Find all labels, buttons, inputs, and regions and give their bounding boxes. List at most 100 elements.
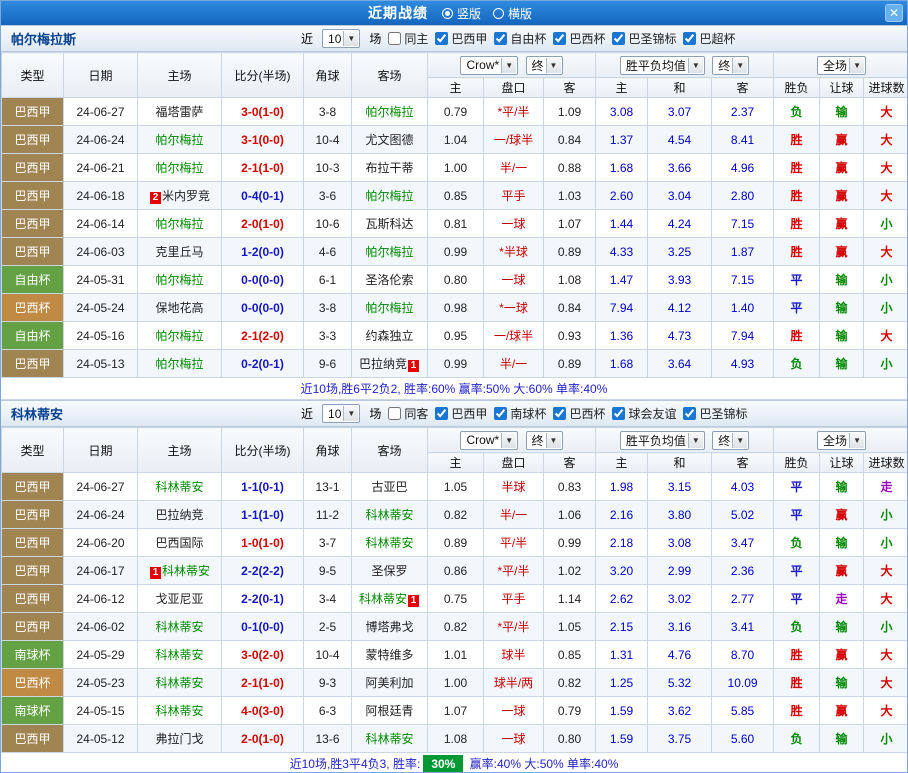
type-cell: 巴西甲 xyxy=(2,585,64,613)
corinthians-results-table: 类型 日期 主场 比分(半场) 角球 客场 Crow*▼ 终▼ 胜平负均值▼ 终… xyxy=(1,427,908,753)
ah-home-odds: 0.80 xyxy=(428,266,484,294)
home-team-cell: 帕尔梅拉 xyxy=(138,154,222,182)
eu-home-odds: 3.20 xyxy=(596,557,648,585)
near-label: 近 xyxy=(301,30,313,47)
competition-checkbox[interactable] xyxy=(612,32,625,45)
eu-draw-odds: 3.04 xyxy=(648,182,712,210)
type-cell: 自由杯 xyxy=(2,266,64,294)
home-team-cell: 科林蒂安 xyxy=(138,697,222,725)
eu-away-odds: 5.85 xyxy=(712,697,774,725)
handicap-result-header: 让球 xyxy=(820,78,864,98)
result-cell: 胜 xyxy=(774,669,820,697)
score-cell: 3-0(2-0) xyxy=(222,641,304,669)
date-cell: 24-06-02 xyxy=(64,613,138,641)
result-cell: 平 xyxy=(774,557,820,585)
competition-checkbox[interactable] xyxy=(494,407,507,420)
eu-final-select[interactable]: 终▼ xyxy=(712,431,749,450)
competition-filter: 巴圣锦标 xyxy=(683,405,747,422)
match-row: 巴西甲24-06-03克里丘马1-2(0-0)4-6帕尔梅拉0.99*半球0.8… xyxy=(2,238,908,266)
eu-home-odds: 1.36 xyxy=(596,322,648,350)
competition-checkbox[interactable] xyxy=(435,32,448,45)
eu-away-odds: 1.40 xyxy=(712,294,774,322)
handicap-result-cell: 赢 xyxy=(820,126,864,154)
eu-draw-odds: 4.73 xyxy=(648,322,712,350)
match-count-select[interactable]: 10▼ xyxy=(322,404,360,423)
competition-checkbox[interactable] xyxy=(683,32,696,45)
goals-cell: 大 xyxy=(864,98,908,126)
competition-filter: 球会友谊 xyxy=(612,405,676,422)
fullmatch-select[interactable]: 全场▼ xyxy=(817,431,866,450)
competition-label: 巴西甲 xyxy=(451,30,487,47)
vertical-layout-label[interactable]: 竖版 xyxy=(457,5,481,22)
score-cell: 0-2(0-1) xyxy=(222,350,304,378)
ah-final-select[interactable]: 终▼ xyxy=(526,431,563,450)
eu-avg-select[interactable]: 胜平负均值▼ xyxy=(620,56,705,75)
ah-away-odds: 1.07 xyxy=(544,210,596,238)
eu-final-select[interactable]: 终▼ xyxy=(712,56,749,75)
goals-cell: 小 xyxy=(864,266,908,294)
away-team-cell: 圣洛伦索 xyxy=(352,266,428,294)
competition-checkbox[interactable] xyxy=(553,407,566,420)
competition-checkbox[interactable] xyxy=(435,407,448,420)
home-team-cell: 帕尔梅拉 xyxy=(138,126,222,154)
corners-cell: 9-6 xyxy=(304,350,352,378)
competition-checkbox[interactable] xyxy=(553,32,566,45)
fullmatch-select[interactable]: 全场▼ xyxy=(817,56,866,75)
same-venue-checkbox[interactable] xyxy=(388,407,401,420)
away-team-cell: 博塔弗戈 xyxy=(352,613,428,641)
eu-home-odds: 7.94 xyxy=(596,294,648,322)
match-count-select[interactable]: 10▼ xyxy=(322,29,360,48)
ah-away-odds: 1.05 xyxy=(544,613,596,641)
date-cell: 24-05-24 xyxy=(64,294,138,322)
home-team-cell: 帕尔梅拉 xyxy=(138,350,222,378)
type-cell: 巴西甲 xyxy=(2,126,64,154)
col-header-date: 日期 xyxy=(64,53,138,98)
odds-source-select[interactable]: Crow*▼ xyxy=(460,56,518,75)
competition-checkbox[interactable] xyxy=(612,407,625,420)
goals-cell: 大 xyxy=(864,322,908,350)
team-label: 科林蒂安 xyxy=(359,592,407,606)
ah-away-odds: 0.93 xyxy=(544,322,596,350)
corners-cell: 11-2 xyxy=(304,501,352,529)
goals-cell: 小 xyxy=(864,529,908,557)
away-team-cell: 科林蒂安 xyxy=(352,725,428,753)
ah-line-header: 盘口 xyxy=(484,78,544,98)
ah-home-odds: 1.04 xyxy=(428,126,484,154)
competition-checkbox[interactable] xyxy=(494,32,507,45)
eu-avg-select[interactable]: 胜平负均值▼ xyxy=(620,431,705,450)
ah-line: 半/一 xyxy=(484,350,544,378)
eu-away-header: 客 xyxy=(712,453,774,473)
ah-home-odds: 0.95 xyxy=(428,322,484,350)
match-row: 巴西杯24-05-23科林蒂安2-1(1-0)9-3阿美利加1.00球半/两0.… xyxy=(2,669,908,697)
dropdown-arrow-icon: ▼ xyxy=(732,58,747,73)
competition-checkbox[interactable] xyxy=(683,407,696,420)
type-cell: 南球杯 xyxy=(2,697,64,725)
eu-draw-odds: 4.12 xyxy=(648,294,712,322)
result-cell: 负 xyxy=(774,725,820,753)
handicap-result-cell: 输 xyxy=(820,294,864,322)
corners-cell: 6-1 xyxy=(304,266,352,294)
ah-final-select[interactable]: 终▼ xyxy=(526,56,563,75)
competition-filter: 南球杯 xyxy=(494,405,546,422)
ah-away-header: 客 xyxy=(544,78,596,98)
vertical-layout-radio[interactable] xyxy=(442,8,453,19)
type-cell: 巴西杯 xyxy=(2,294,64,322)
horizontal-layout-radio[interactable] xyxy=(493,8,504,19)
away-team-cell: 圣保罗 xyxy=(352,557,428,585)
odds-source-select[interactable]: Crow*▼ xyxy=(460,431,518,450)
ah-odds-group-header: Crow*▼ 终▼ xyxy=(428,428,596,453)
same-venue-label: 同客 xyxy=(404,405,428,422)
match-row: 巴西甲24-05-12弗拉门戈2-0(1-0)13-6科林蒂安1.08一球0.8… xyxy=(2,725,908,753)
ah-home-odds: 0.85 xyxy=(428,182,484,210)
ah-line: *平/半 xyxy=(484,557,544,585)
home-team-cell: 2米内罗竞 xyxy=(138,182,222,210)
team-label: 科林蒂安 xyxy=(155,676,203,690)
same-venue-checkbox[interactable] xyxy=(388,32,401,45)
ah-line: 一/球半 xyxy=(484,322,544,350)
type-cell: 巴西甲 xyxy=(2,182,64,210)
team-name: 科林蒂安 xyxy=(1,404,301,423)
horizontal-layout-label[interactable]: 横版 xyxy=(508,5,532,22)
close-button[interactable]: ✕ xyxy=(885,4,903,22)
score-cell: 0-1(0-0) xyxy=(222,613,304,641)
handicap-result-cell: 输 xyxy=(820,473,864,501)
